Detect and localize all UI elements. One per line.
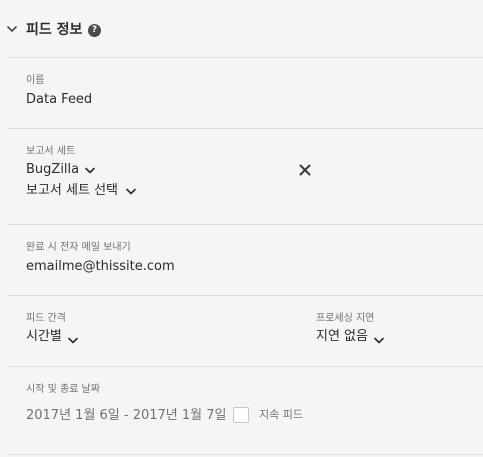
email-value[interactable]: emailme@thissite.com [26,258,175,276]
email-label: 완료 시 전자 메일 보내기 [26,242,131,253]
divider [8,128,483,129]
feed-interval-value: 시간별 [26,329,62,344]
processing-delay-dropdown[interactable]: 지연 없음 [316,328,384,346]
divider [8,366,483,367]
section-title: 피드 정보 [26,22,83,38]
help-icon[interactable]: ? [88,24,101,37]
chevron-down-icon [85,167,95,173]
report-suite-picker[interactable]: 보고서 세트 선택 [26,182,136,200]
chevron-down-icon [126,188,136,194]
section-header[interactable]: 피드 정보 ? [0,0,483,58]
continuous-feed-label: 지속 피드 [259,408,303,421]
chevron-down-icon [68,337,78,343]
divider [8,454,483,455]
report-suite-selected: BugZilla [26,162,80,177]
close-icon[interactable] [299,164,311,176]
dates-label: 시작 및 종료 날짜 [26,384,100,395]
report-suite-dropdown[interactable]: BugZilla [26,161,95,179]
chevron-down-icon [374,337,384,343]
chevron-down-icon[interactable] [7,25,17,33]
divider [8,295,483,296]
report-suite-label: 보고서 세트 [26,146,76,157]
report-suite-picker-label: 보고서 세트 선택 [26,183,118,198]
divider [8,224,483,225]
feed-info-panel: 피드 정보 ? 이름 Data Feed 보고서 세트 BugZilla 보고서… [0,0,483,457]
name-label: 이름 [26,75,45,86]
feed-interval-dropdown[interactable]: 시간별 [26,328,78,346]
name-value[interactable]: Data Feed [26,91,92,109]
processing-delay-value: 지연 없음 [316,329,368,344]
continuous-feed-checkbox[interactable] [233,407,249,423]
date-range-picker[interactable]: 2017년 1월 6일 - 2017년 1월 7일 [26,407,227,425]
feed-interval-label: 피드 간격 [26,313,66,324]
divider [8,57,483,58]
processing-delay-label: 프로세싱 지연 [316,313,375,324]
